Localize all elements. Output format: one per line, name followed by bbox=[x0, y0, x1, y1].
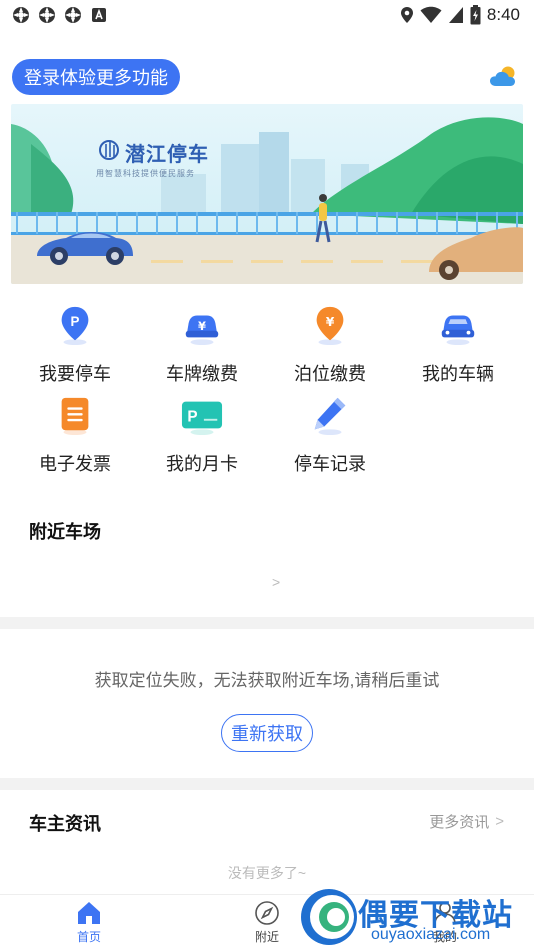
nav-nearby[interactable]: 附近 bbox=[227, 895, 307, 950]
banner-title: 潜江停车 bbox=[125, 144, 209, 166]
menu-item-parking-record[interactable]: 停车记录 bbox=[270, 390, 390, 476]
svg-text:P: P bbox=[71, 314, 80, 329]
svg-text:¥: ¥ bbox=[198, 319, 206, 333]
status-right-icons: 8:40 bbox=[400, 5, 520, 25]
nearby-chevron-icon[interactable]: > bbox=[272, 574, 280, 590]
section-divider bbox=[0, 617, 534, 629]
pencil-record-icon bbox=[314, 397, 346, 436]
menu-label: 停车记录 bbox=[294, 454, 366, 474]
menu-label: 车牌缴费 bbox=[166, 364, 238, 384]
nearby-title: 附近车场 bbox=[29, 522, 101, 542]
app-notification-icon bbox=[39, 7, 55, 23]
location-icon bbox=[400, 7, 413, 23]
menu-item-park[interactable]: P 我要停车 bbox=[15, 300, 135, 386]
location-error-text: 获取定位失败，无法获取附近车场,请稍后重试 bbox=[94, 671, 440, 690]
news-title: 车主资讯 bbox=[29, 814, 101, 834]
svg-text:P: P bbox=[187, 409, 197, 426]
chevron-right-icon: > bbox=[495, 813, 504, 830]
banner-illustration bbox=[11, 117, 523, 284]
watermark-logo bbox=[301, 889, 357, 945]
parking-pin-icon: P bbox=[61, 306, 89, 346]
no-more-text: 没有更多了~ bbox=[227, 865, 307, 881]
svg-text:¥: ¥ bbox=[326, 314, 335, 329]
more-news-link[interactable]: 更多资讯 > bbox=[429, 811, 504, 832]
banner-subtitle: 用智慧科技提供便民服务 bbox=[96, 169, 195, 178]
watermark-url: ouyaoxiazai.com bbox=[371, 926, 491, 943]
car-icon bbox=[441, 315, 475, 346]
nav-home[interactable]: 首页 bbox=[49, 895, 129, 950]
nav-label: 首页 bbox=[76, 930, 101, 944]
promo-banner[interactable]: 潜江停车 用智慧科技提供便民服务 bbox=[11, 104, 523, 284]
more-news-label: 更多资讯 bbox=[429, 814, 490, 831]
compass-icon bbox=[255, 901, 279, 925]
car-yuan-icon: ¥ bbox=[185, 315, 219, 346]
menu-item-berth-pay[interactable]: ¥ 泊位缴费 bbox=[270, 300, 390, 386]
app-notification-icon bbox=[65, 7, 81, 23]
menu-item-plate-pay[interactable]: ¥ 车牌缴费 bbox=[142, 300, 262, 386]
battery-icon bbox=[470, 5, 481, 25]
nav-label: 附近 bbox=[254, 930, 279, 944]
invoice-icon bbox=[61, 397, 89, 436]
retry-button[interactable]: 重新获取 bbox=[221, 714, 313, 752]
yuan-pin-icon: ¥ bbox=[316, 306, 344, 346]
section-divider bbox=[0, 778, 534, 790]
menu-label: 电子发票 bbox=[39, 454, 111, 474]
menu-label: 我的车辆 bbox=[422, 364, 494, 384]
menu-item-monthly-card[interactable]: P 我的月卡 bbox=[142, 390, 262, 476]
login-button[interactable]: 登录体验更多功能 bbox=[12, 59, 180, 95]
cloud-sun-icon[interactable] bbox=[488, 64, 520, 88]
parking-card-icon: P bbox=[181, 401, 223, 436]
status-time: 8:40 bbox=[486, 5, 520, 24]
signal-icon bbox=[448, 7, 463, 23]
font-a-icon bbox=[92, 8, 106, 22]
site-watermark: 偶要下载站 ouyaoxiazai.com bbox=[296, 884, 534, 950]
menu-item-invoice[interactable]: 电子发票 bbox=[15, 390, 135, 476]
wifi-icon bbox=[420, 6, 442, 23]
menu-item-my-vehicle[interactable]: 我的车辆 bbox=[398, 300, 518, 386]
status-bar: 8:40 bbox=[0, 0, 534, 30]
menu-label: 我要停车 bbox=[39, 364, 111, 384]
app-notification-icon bbox=[13, 7, 29, 23]
home-icon bbox=[78, 902, 100, 924]
menu-label: 泊位缴费 bbox=[294, 364, 366, 384]
menu-label: 我的月卡 bbox=[166, 454, 238, 474]
status-left-icons bbox=[12, 6, 108, 24]
